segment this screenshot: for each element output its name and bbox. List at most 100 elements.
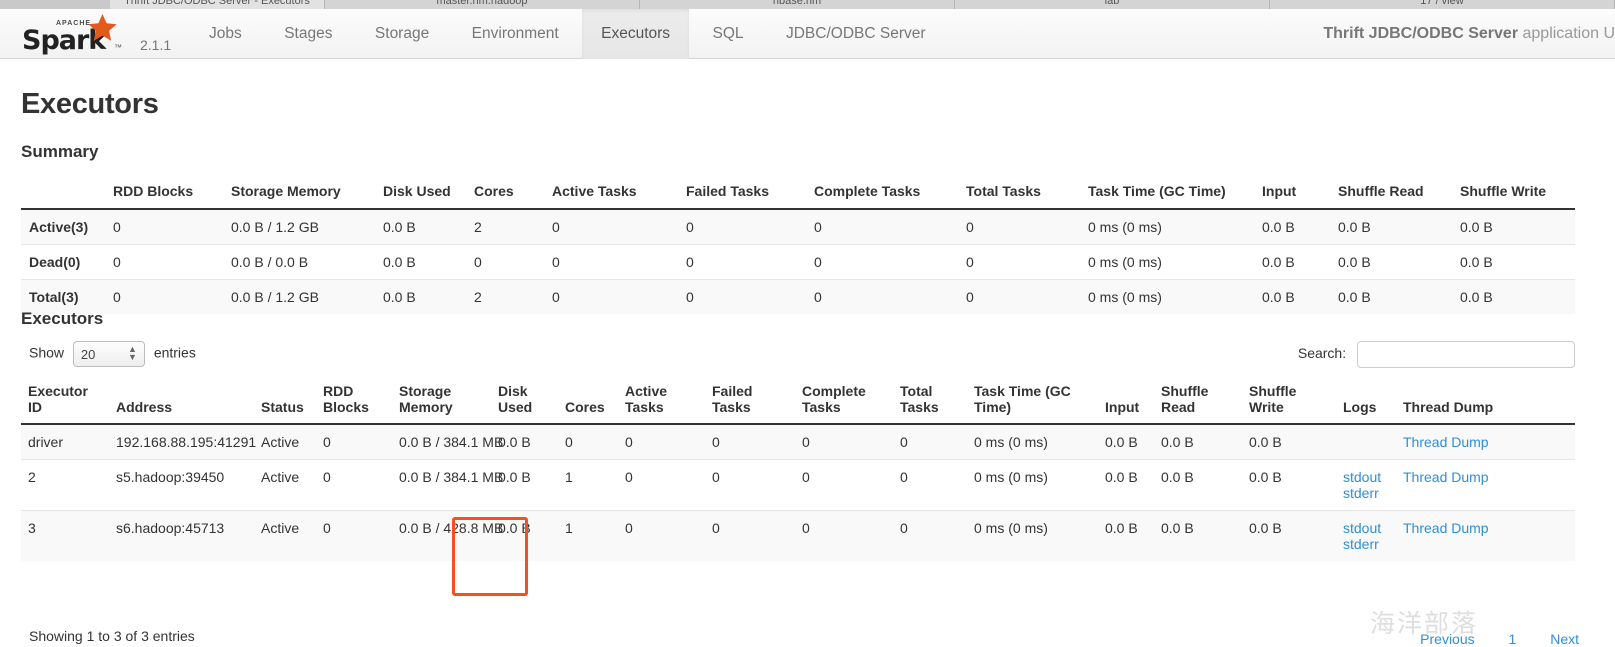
- summary-col-complete-tasks: Complete Tasks: [806, 175, 958, 209]
- exec-cell-active-tasks: 0: [618, 460, 705, 511]
- exec-col-active-tasks[interactable]: Active Tasks: [618, 377, 705, 424]
- executors-header-row: Executor ID Address Status RDD Blocks St…: [21, 377, 1575, 424]
- exec-col-thread-dump[interactable]: Thread Dump: [1396, 377, 1575, 424]
- exec-col-complete-tasks[interactable]: Complete Tasks: [795, 377, 893, 424]
- exec-col-task-time[interactable]: Task Time (GC Time): [967, 377, 1098, 424]
- exec-cell-address: s5.hadoop:39450: [109, 460, 254, 511]
- browser-tab[interactable]: Thrift JDBC/ODBC Server - Executors: [110, 0, 325, 9]
- browser-tab[interactable]: master.hm.hadoop: [325, 0, 640, 9]
- spark-logo-link[interactable]: APACHE Spark ™ 2.1.1: [22, 13, 182, 57]
- summary-cell-rdd-blocks: 0: [105, 280, 223, 315]
- navbar: APACHE Spark ™ 2.1.1 Jobs Stages Storage…: [0, 9, 1615, 59]
- summary-col-label: [21, 175, 105, 209]
- pagination-next[interactable]: Next: [1550, 631, 1579, 647]
- exec-col-storage-memory[interactable]: Storage Memory: [392, 377, 491, 424]
- exec-col-rdd-blocks[interactable]: RDD Blocks: [316, 377, 392, 424]
- thread-dump-link[interactable]: Thread Dump: [1403, 469, 1489, 485]
- exec-cell-cores: 0: [558, 424, 618, 460]
- exec-cell-input: 0.0 B: [1098, 424, 1154, 460]
- exec-cell-total-tasks: 0: [893, 460, 967, 511]
- summary-cell-storage-memory: 0.0 B / 1.2 GB: [223, 280, 375, 315]
- nav-item-storage[interactable]: Storage: [356, 9, 448, 59]
- application-title-suffix: application U: [1523, 25, 1615, 42]
- nav-item-jobs[interactable]: Jobs: [190, 9, 261, 59]
- stdout-link[interactable]: stdout: [1343, 520, 1389, 536]
- nav-item-sql[interactable]: SQL: [694, 9, 763, 59]
- browser-tab[interactable]: hbase.hm: [640, 0, 955, 9]
- summary-cell-task-time: 0 ms (0 ms): [1080, 280, 1254, 315]
- summary-cell-active-tasks: 0: [544, 245, 678, 280]
- exec-col-status[interactable]: Status: [254, 377, 316, 424]
- stderr-link[interactable]: stderr: [1343, 485, 1389, 501]
- table-row: driver 192.168.88.195:41291 Active 0 0.0…: [21, 424, 1575, 460]
- exec-col-cores[interactable]: Cores: [558, 377, 618, 424]
- trademark-mark: ™: [114, 43, 122, 52]
- browser-tab[interactable]: 17 / view: [1270, 0, 1615, 9]
- summary-row-active: Active(3) 0 0.0 B / 1.2 GB 0.0 B 2 0 0 0…: [21, 209, 1575, 245]
- exec-cell-disk-used: 0.0 B: [491, 511, 558, 562]
- exec-cell-cores: 1: [558, 460, 618, 511]
- exec-cell-disk-used: 0.0 B: [491, 460, 558, 511]
- exec-cell-id: 3: [21, 511, 109, 562]
- summary-cell-complete-tasks: 0: [806, 245, 958, 280]
- exec-cell-input: 0.0 B: [1098, 511, 1154, 562]
- summary-col-input: Input: [1254, 175, 1330, 209]
- summary-cell-active-tasks: 0: [544, 209, 678, 245]
- pagination-previous[interactable]: Previous: [1420, 631, 1474, 647]
- exec-cell-task-time: 0 ms (0 ms): [967, 460, 1098, 511]
- exec-col-shuffle-write[interactable]: Shuffle Write: [1242, 377, 1336, 424]
- exec-col-input[interactable]: Input: [1098, 377, 1154, 424]
- summary-cell-total-tasks: 0: [958, 245, 1080, 280]
- summary-heading: Summary: [21, 142, 98, 162]
- exec-col-failed-tasks[interactable]: Failed Tasks: [705, 377, 795, 424]
- summary-row-dead: Dead(0) 0 0.0 B / 0.0 B 0.0 B 0 0 0 0 0 …: [21, 245, 1575, 280]
- table-row: 2 s5.hadoop:39450 Active 0 0.0 B / 384.1…: [21, 460, 1575, 511]
- nav-item-executors[interactable]: Executors: [582, 9, 689, 59]
- summary-cell-shuffle-write: 0.0 B: [1452, 280, 1575, 315]
- nav-item-jdbc-odbc-server[interactable]: JDBC/ODBC Server: [767, 9, 945, 59]
- summary-table: RDD Blocks Storage Memory Disk Used Core…: [21, 175, 1575, 314]
- nav-item-environment[interactable]: Environment: [453, 9, 578, 59]
- pagination-page-1[interactable]: 1: [1509, 631, 1517, 647]
- exec-col-disk-used[interactable]: Disk Used: [491, 377, 558, 424]
- stdout-link[interactable]: stdout: [1343, 469, 1389, 485]
- exec-cell-address: 192.168.88.195:41291: [109, 424, 254, 460]
- browser-tab[interactable]: lab: [955, 0, 1270, 9]
- page-length-select[interactable]: 20 40 60 100: [73, 341, 145, 367]
- summary-cell-task-time: 0 ms (0 ms): [1080, 245, 1254, 280]
- show-label: Show: [29, 345, 64, 361]
- exec-col-logs[interactable]: Logs: [1336, 377, 1396, 424]
- exec-cell-disk-used: 0.0 B: [491, 424, 558, 460]
- browser-tab-label: Thrift JDBC/ODBC Server - Executors: [124, 0, 310, 7]
- stderr-link[interactable]: stderr: [1343, 536, 1389, 552]
- exec-cell-task-time: 0 ms (0 ms): [967, 511, 1098, 562]
- summary-cell-disk-used: 0.0 B: [375, 245, 466, 280]
- exec-cell-storage-memory: 0.0 B / 428.8 MB: [392, 511, 491, 562]
- exec-cell-active-tasks: 0: [618, 511, 705, 562]
- browser-tab-strip: Thrift JDBC/ODBC Server - Executors mast…: [0, 0, 1615, 9]
- exec-col-total-tasks[interactable]: Total Tasks: [893, 377, 967, 424]
- thread-dump-link[interactable]: Thread Dump: [1403, 434, 1489, 450]
- page-title: Executors: [21, 88, 159, 121]
- exec-col-shuffle-read[interactable]: Shuffle Read: [1154, 377, 1242, 424]
- search-input[interactable]: [1357, 341, 1575, 368]
- summary-cell-input: 0.0 B: [1254, 280, 1330, 315]
- exec-cell-status: Active: [254, 511, 316, 562]
- exec-cell-rdd-blocks: 0: [316, 424, 392, 460]
- summary-cell-shuffle-read: 0.0 B: [1330, 280, 1452, 315]
- exec-col-executor-id[interactable]: Executor ID: [21, 377, 109, 424]
- nav-item-stages[interactable]: Stages: [265, 9, 351, 59]
- exec-cell-complete-tasks: 0: [795, 424, 893, 460]
- summary-cell-input: 0.0 B: [1254, 245, 1330, 280]
- exec-col-address[interactable]: Address: [109, 377, 254, 424]
- thread-dump-link[interactable]: Thread Dump: [1403, 520, 1489, 536]
- application-title: Thrift JDBC/ODBC Server application U: [1323, 9, 1615, 59]
- exec-cell-status: Active: [254, 460, 316, 511]
- summary-cell-active-tasks: 0: [544, 280, 678, 315]
- summary-cell-disk-used: 0.0 B: [375, 209, 466, 245]
- summary-col-task-time: Task Time (GC Time): [1080, 175, 1254, 209]
- summary-row-label: Active(3): [21, 209, 105, 245]
- exec-cell-cores: 1: [558, 511, 618, 562]
- exec-cell-total-tasks: 0: [893, 511, 967, 562]
- summary-cell-complete-tasks: 0: [806, 209, 958, 245]
